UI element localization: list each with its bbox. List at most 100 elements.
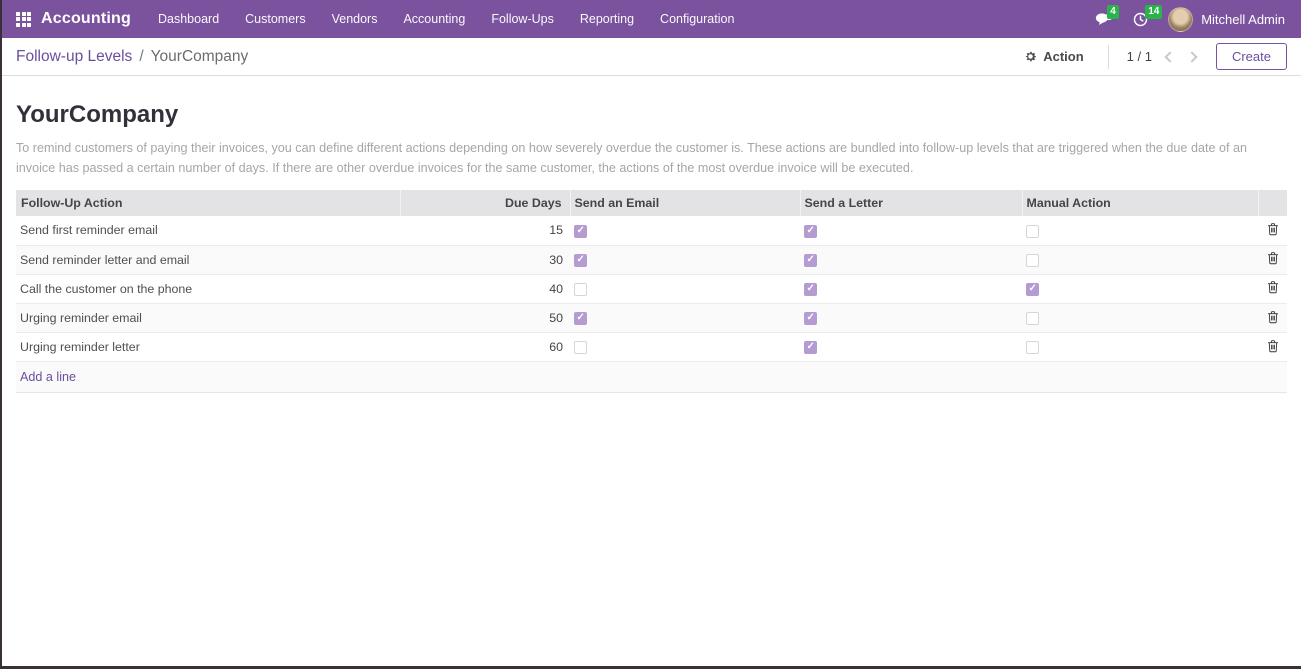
followup-action-cell[interactable]: Urging reminder email xyxy=(16,303,400,332)
trash-icon xyxy=(1267,339,1279,353)
table-header: Follow-Up Action Due Days Send an Email … xyxy=(16,190,1287,216)
delete-row-button[interactable] xyxy=(1267,251,1279,265)
divider xyxy=(1108,45,1109,69)
user-avatar xyxy=(1168,7,1193,32)
breadcrumb-current: YourCompany xyxy=(151,48,249,66)
followup-action-cell[interactable]: Urging reminder letter xyxy=(16,333,400,362)
column-header-actions xyxy=(1258,190,1287,216)
send-letter-cell[interactable] xyxy=(800,274,1022,303)
breadcrumb-parent-link[interactable]: Follow-up Levels xyxy=(16,48,132,66)
due-days-cell[interactable]: 15 xyxy=(400,216,570,245)
send-letter-checkbox[interactable] xyxy=(804,312,817,325)
due-days-cell[interactable]: 40 xyxy=(400,274,570,303)
due-days-cell[interactable]: 30 xyxy=(400,245,570,274)
due-days-cell[interactable]: 60 xyxy=(400,333,570,362)
manual-action-checkbox[interactable] xyxy=(1026,341,1039,354)
trash-icon xyxy=(1267,280,1279,294)
send-email-cell[interactable] xyxy=(570,303,800,332)
send-email-checkbox[interactable] xyxy=(574,341,587,354)
menu-item-configuration[interactable]: Configuration xyxy=(647,0,747,38)
manual-action-cell[interactable] xyxy=(1022,216,1258,245)
send-letter-cell[interactable] xyxy=(800,333,1022,362)
action-menu-button[interactable]: Action xyxy=(1018,45,1089,68)
breadcrumb: Follow-up Levels / YourCompany xyxy=(16,48,248,66)
column-header-followup-action[interactable]: Follow-Up Action xyxy=(16,190,400,216)
app-brand[interactable]: Accounting xyxy=(41,10,131,28)
create-button[interactable]: Create xyxy=(1216,43,1287,70)
followup-table-body: Send first reminder email 15 Send remind… xyxy=(16,216,1287,393)
table-row: Call the customer on the phone 40 xyxy=(16,274,1287,303)
menu-item-dashboard[interactable]: Dashboard xyxy=(145,0,232,38)
top-navbar: Accounting Dashboard Customers Vendors A… xyxy=(0,0,1301,38)
delete-row-button[interactable] xyxy=(1267,339,1279,353)
page-description: To remind customers of paying their invo… xyxy=(16,138,1268,178)
manual-action-checkbox[interactable] xyxy=(1026,283,1039,296)
send-email-cell[interactable] xyxy=(570,333,800,362)
menu-item-vendors[interactable]: Vendors xyxy=(319,0,391,38)
send-email-checkbox[interactable] xyxy=(574,254,587,267)
send-email-cell[interactable] xyxy=(570,245,800,274)
manual-action-checkbox[interactable] xyxy=(1026,225,1039,238)
control-panel: Follow-up Levels / YourCompany Action 1 … xyxy=(0,38,1301,76)
trash-icon xyxy=(1267,251,1279,265)
manual-action-cell[interactable] xyxy=(1022,274,1258,303)
pager-previous-button[interactable] xyxy=(1164,51,1175,62)
send-email-checkbox[interactable] xyxy=(574,283,587,296)
activities-menu[interactable]: 14 xyxy=(1133,12,1148,27)
send-email-checkbox[interactable] xyxy=(574,225,587,238)
apps-grid-icon[interactable] xyxy=(16,12,31,27)
manual-action-cell[interactable] xyxy=(1022,333,1258,362)
send-email-checkbox[interactable] xyxy=(574,312,587,325)
column-header-send-an-email[interactable]: Send an Email xyxy=(570,190,800,216)
send-letter-cell[interactable] xyxy=(800,245,1022,274)
manual-action-cell[interactable] xyxy=(1022,303,1258,332)
due-days-cell[interactable]: 50 xyxy=(400,303,570,332)
column-header-due-days[interactable]: Due Days xyxy=(400,190,570,216)
manual-action-cell[interactable] xyxy=(1022,245,1258,274)
action-label: Action xyxy=(1043,49,1083,64)
send-letter-checkbox[interactable] xyxy=(804,225,817,238)
user-menu[interactable]: Mitchell Admin xyxy=(1168,7,1285,32)
manual-action-checkbox[interactable] xyxy=(1026,312,1039,325)
table-row: Send reminder letter and email 30 xyxy=(16,245,1287,274)
pager-next-button[interactable] xyxy=(1186,51,1197,62)
messages-menu[interactable]: 4 xyxy=(1095,12,1113,26)
main-menu: Dashboard Customers Vendors Accounting F… xyxy=(145,0,747,38)
followup-levels-table: Follow-Up Action Due Days Send an Email … xyxy=(16,190,1287,393)
menu-item-reporting[interactable]: Reporting xyxy=(567,0,647,38)
page-title: YourCompany xyxy=(16,101,1285,129)
send-letter-cell[interactable] xyxy=(800,216,1022,245)
pager-value: 1 / 1 xyxy=(1127,49,1152,64)
send-letter-checkbox[interactable] xyxy=(804,341,817,354)
add-a-line-link[interactable]: Add a line xyxy=(20,370,76,384)
activities-badge: 14 xyxy=(1145,5,1162,19)
add-line-row: Add a line xyxy=(16,362,1287,393)
followup-action-cell[interactable]: Send reminder letter and email xyxy=(16,245,400,274)
menu-item-customers[interactable]: Customers xyxy=(232,0,318,38)
user-name: Mitchell Admin xyxy=(1201,12,1285,27)
menu-item-follow-ups[interactable]: Follow-Ups xyxy=(478,0,567,38)
delete-row-button[interactable] xyxy=(1267,310,1279,324)
delete-row-button[interactable] xyxy=(1267,222,1279,236)
messages-badge: 4 xyxy=(1107,5,1119,19)
followup-action-cell[interactable]: Send first reminder email xyxy=(16,216,400,245)
send-letter-cell[interactable] xyxy=(800,303,1022,332)
send-letter-checkbox[interactable] xyxy=(804,254,817,267)
followup-action-cell[interactable]: Call the customer on the phone xyxy=(16,274,400,303)
column-header-send-a-letter[interactable]: Send a Letter xyxy=(800,190,1022,216)
window-left-edge xyxy=(0,0,2,669)
trash-icon xyxy=(1267,222,1279,236)
manual-action-checkbox[interactable] xyxy=(1026,254,1039,267)
breadcrumb-separator: / xyxy=(139,48,143,66)
pager: 1 / 1 xyxy=(1127,49,1196,64)
form-sheet: YourCompany To remind customers of payin… xyxy=(0,76,1301,393)
trash-icon xyxy=(1267,310,1279,324)
table-row: Urging reminder letter 60 xyxy=(16,333,1287,362)
column-header-manual-action[interactable]: Manual Action xyxy=(1022,190,1258,216)
send-letter-checkbox[interactable] xyxy=(804,283,817,296)
send-email-cell[interactable] xyxy=(570,216,800,245)
delete-row-button[interactable] xyxy=(1267,280,1279,294)
send-email-cell[interactable] xyxy=(570,274,800,303)
table-row: Urging reminder email 50 xyxy=(16,303,1287,332)
menu-item-accounting[interactable]: Accounting xyxy=(390,0,478,38)
